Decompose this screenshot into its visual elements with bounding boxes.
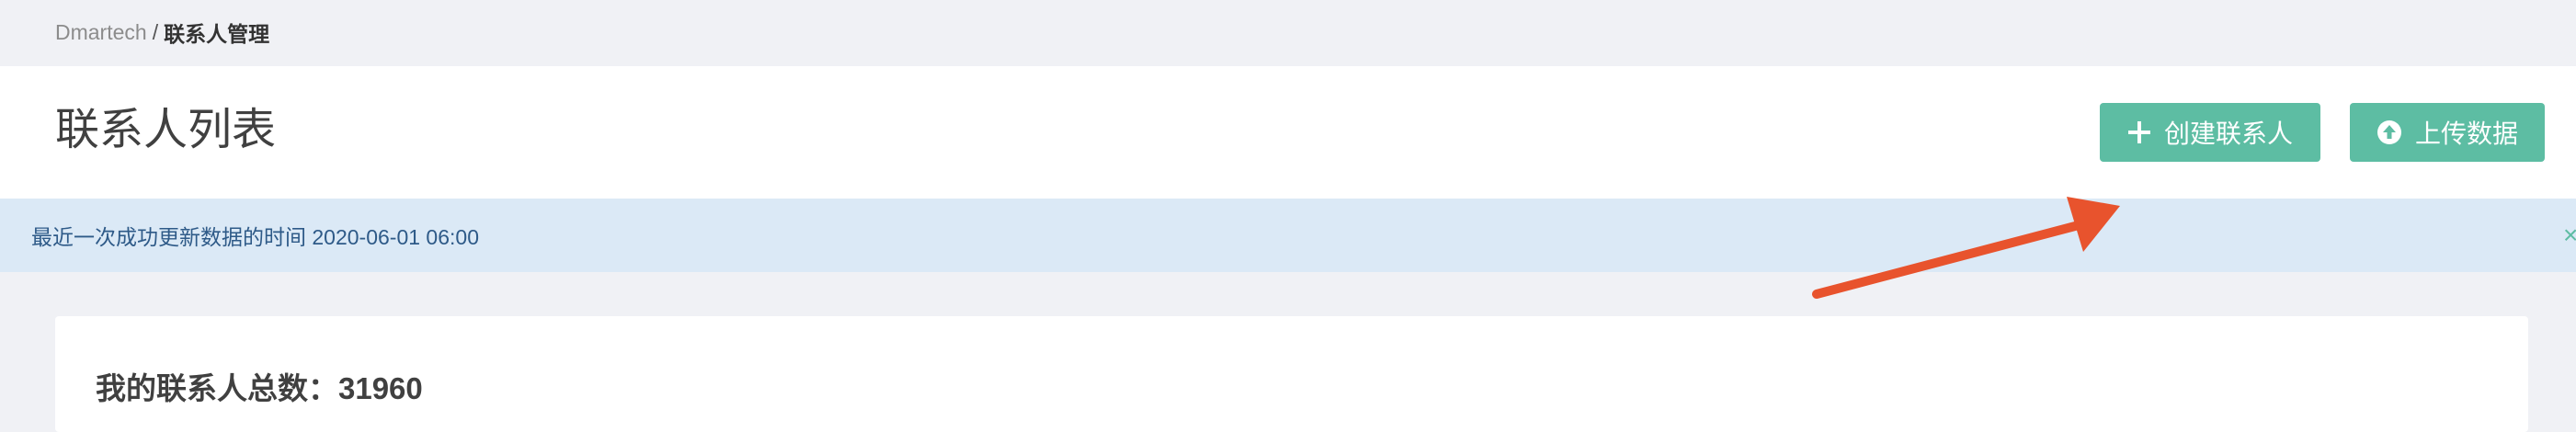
page-header: 联系人列表 创建联系人 上传数据 xyxy=(0,66,2576,199)
plus-icon xyxy=(2127,120,2151,144)
total-contacts-stat: 我的联系人总数：31960 xyxy=(96,364,423,408)
close-icon[interactable]: × xyxy=(2563,199,2576,272)
create-contact-button[interactable]: 创建联系人 xyxy=(2100,103,2320,162)
breadcrumb: Dmartech / 联系人管理 xyxy=(55,0,269,64)
breadcrumb-root[interactable]: Dmartech xyxy=(55,20,147,45)
page-title: 联系人列表 xyxy=(55,106,277,154)
create-contact-label: 创建联系人 xyxy=(2163,119,2293,148)
update-notice: 最近一次成功更新数据的时间 2020-06-01 06:00 × xyxy=(0,199,2576,272)
stats-card: 我的联系人总数：31960 xyxy=(55,316,2528,432)
total-contacts-label: 我的联系人总数： xyxy=(96,371,338,405)
breadcrumb-separator: / xyxy=(152,19,159,44)
upload-circle-icon xyxy=(2377,119,2402,145)
breadcrumb-current: 联系人管理 xyxy=(164,22,270,46)
notice-text: 最近一次成功更新数据的时间 2020-06-01 06:00 xyxy=(31,225,479,249)
total-contacts-value: 31960 xyxy=(338,371,423,405)
upload-data-label: 上传数据 xyxy=(2414,119,2518,148)
upload-data-button[interactable]: 上传数据 xyxy=(2350,103,2545,162)
